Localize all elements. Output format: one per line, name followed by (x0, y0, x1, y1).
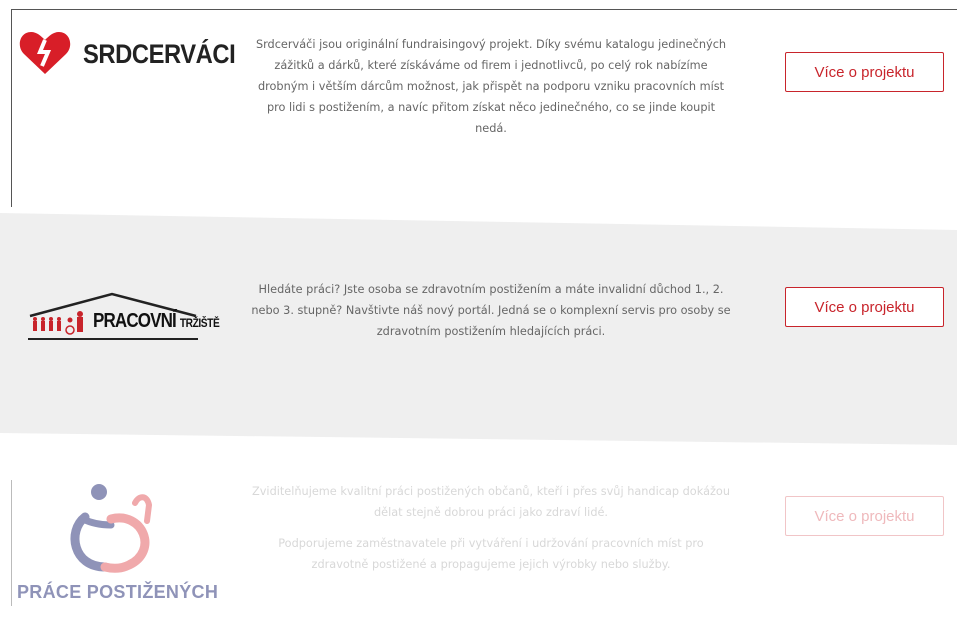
prace-postizenych-description: Zviditelňujeme kvalitní práci postiženýc… (250, 481, 732, 575)
person-hand-icon (70, 484, 153, 573)
description-paragraph: Podporujeme zaměstnavatele při vytváření… (278, 537, 704, 571)
srdcervaci-description: Srdcerváči jsou originální fundraisingov… (250, 34, 732, 139)
srdcervaci-more-button[interactable]: Více o projektu (785, 52, 944, 92)
pracovni-trziste-description: Hledáte práci? Jste osoba se zdravotním … (250, 279, 732, 342)
srdcervaci-logo[interactable]: SRDCERVÁCI (18, 28, 256, 80)
frame-top-border (11, 9, 957, 10)
frame-left-border (11, 9, 12, 207)
srdcervaci-logo-text: SRDCERVÁCI (83, 38, 236, 69)
pracovni-trziste-logo-text: PRACOVNÍ TRŽIŠTĚ (93, 310, 220, 333)
frame-left-border-lower (11, 480, 12, 606)
description-paragraph: Zviditelňujeme kvalitní práci postiženýc… (252, 485, 730, 519)
heart-icon (18, 28, 73, 80)
prace-postizenych-logo[interactable]: PRÁCE POSTIŽENÝCH (17, 481, 219, 611)
pracovni-trziste-more-button[interactable]: Více o projektu (785, 287, 944, 327)
pracovni-trziste-logo[interactable]: PRACOVNÍ TRŽIŠTĚ (26, 292, 220, 342)
description-paragraph: Srdcerváči jsou originální fundraisingov… (255, 38, 727, 135)
logo-text-main: PRACOVNÍ (93, 310, 177, 332)
prace-postizenych-more-button[interactable]: Více o projektu (785, 496, 944, 536)
prace-postizenych-logo-text: PRÁCE POSTIŽENÝCH (17, 582, 219, 602)
description-paragraph: Hledáte práci? Jste osoba se zdravotním … (251, 283, 731, 338)
logo-text-small: TRŽIŠTĚ (179, 316, 220, 330)
